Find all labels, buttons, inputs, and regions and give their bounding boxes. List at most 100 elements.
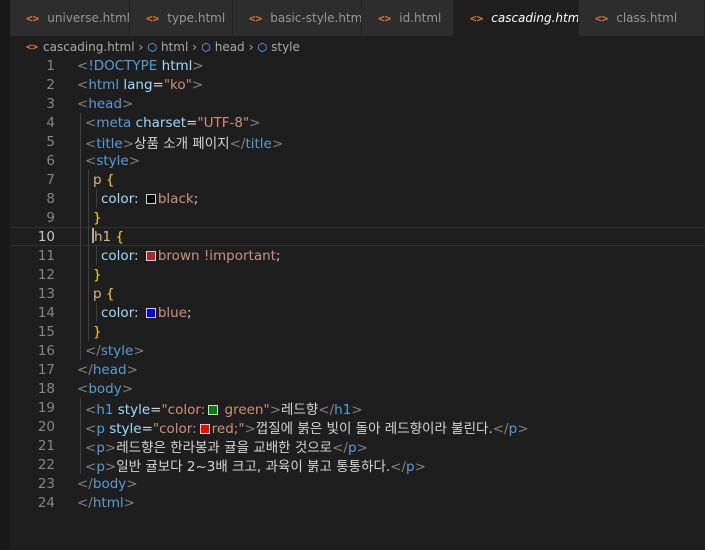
code-text: h1 { xyxy=(92,228,124,245)
code-token: "ko" xyxy=(163,76,192,93)
code-token: "color: xyxy=(161,401,206,418)
code-line[interactable]: 11 color: brown !important; xyxy=(10,246,705,265)
code-token: h1 xyxy=(334,401,352,418)
code-token: p xyxy=(96,439,105,456)
code-line[interactable]: 20 <p style="color: red;">껍질에 붉은 빛이 돌아 레드향… xyxy=(10,417,705,437)
code-token: style xyxy=(100,342,134,359)
code-token: { xyxy=(105,285,115,302)
color-swatch[interactable] xyxy=(145,250,156,261)
code-token: </ xyxy=(77,361,93,378)
breadcrumb-item-html[interactable]: ⬡ html xyxy=(147,40,188,54)
code-token: title xyxy=(245,135,272,152)
code-token: body xyxy=(88,380,122,397)
code-token: > xyxy=(517,420,529,437)
code-line[interactable]: 18 <body> xyxy=(10,379,705,398)
indent-guide xyxy=(88,170,89,341)
code-token: 상품 소개 페이지 xyxy=(134,135,230,152)
code-text: </body> xyxy=(77,476,138,492)
code-token: brown !important xyxy=(157,247,276,264)
color-swatch[interactable] xyxy=(145,193,156,204)
code-line[interactable]: 22 <p>일반 귤보다 2~3배 크고, 과육이 붉고 통통하다.</p> xyxy=(10,455,705,475)
code-line[interactable]: 14 color: blue; xyxy=(10,303,705,322)
code-text: } xyxy=(93,267,102,283)
tab-id-html[interactable]: <> id.html xyxy=(362,0,454,36)
line-number: 6 xyxy=(46,152,55,169)
tab-universe-html[interactable]: <> universe.html xyxy=(10,0,130,36)
code-token: > xyxy=(271,135,284,152)
line-number: 10 xyxy=(37,228,55,245)
code-token: ; xyxy=(275,247,281,264)
code-token: </ xyxy=(85,342,101,359)
code-line[interactable]: 19 <h1 style="color: green">레드향</h1> xyxy=(10,398,705,418)
breadcrumb-file[interactable]: <> cascading.html xyxy=(26,40,135,54)
indent-guide xyxy=(80,398,81,474)
code-line[interactable]: 15} xyxy=(10,322,705,341)
line-number: 21 xyxy=(37,437,55,454)
code-token: </ xyxy=(229,135,246,152)
code-line[interactable]: 2 <html lang="ko"> xyxy=(10,75,705,94)
code-token: 레드향 xyxy=(281,401,319,418)
code-token: < xyxy=(77,57,89,74)
code-line[interactable]: 3 <head> xyxy=(10,94,705,113)
tab-label: cascading.html xyxy=(491,11,579,25)
code-line[interactable]: 24 </html> xyxy=(10,493,705,512)
tab-cascading-html[interactable]: <>cascading.html× xyxy=(454,0,579,36)
code-text: } xyxy=(93,324,102,340)
code-line[interactable]: 17 </head> xyxy=(10,360,705,379)
tab-label: universe.html xyxy=(47,11,130,25)
code-token: < xyxy=(85,114,97,131)
code-text: <body> xyxy=(77,381,133,397)
code-line[interactable]: 10 h1 { xyxy=(10,227,705,246)
code-token: ; xyxy=(193,190,199,207)
code-text: <title>상품 소개 페이지</title> xyxy=(85,132,283,152)
code-line[interactable]: 5 <title>상품 소개 페이지</title> xyxy=(10,132,705,152)
code-line[interactable]: 9} xyxy=(10,208,705,227)
code-line[interactable]: 7 p { xyxy=(10,170,705,189)
code-token: black xyxy=(157,190,194,207)
code-line[interactable]: 6 <style> xyxy=(10,151,705,170)
editor-tab-bar: <> universe.html <> type.html <> basic-style.… xyxy=(10,0,705,36)
code-token: p xyxy=(96,458,105,475)
code-token: </ xyxy=(332,439,348,456)
color-swatch[interactable] xyxy=(145,307,156,318)
code-editor[interactable]: 1 <!DOCTYPE html> 2 <html lang="ko"> 3 <head>… xyxy=(10,56,705,550)
code-token: color xyxy=(101,304,135,321)
line-number: 20 xyxy=(37,418,55,435)
code-token: !DOCTYPE xyxy=(88,57,162,74)
element-cube-icon: ⬡ xyxy=(257,40,268,54)
code-token: < xyxy=(77,380,89,397)
line-number: 2 xyxy=(46,76,55,93)
html-file-icon: <> xyxy=(378,11,392,25)
line-number: 16 xyxy=(37,342,55,359)
code-token: charset xyxy=(135,114,187,131)
indent-guide xyxy=(96,303,97,322)
tab-basic-style-html[interactable]: <> basic-style.html xyxy=(233,0,362,36)
code-token: 껍질에 붉은 빛이 돌아 레드향이라 불린다. xyxy=(255,420,493,437)
code-token: style xyxy=(117,401,151,418)
code-line[interactable]: 4 <meta charset="UTF-8"> xyxy=(10,113,705,132)
color-swatch[interactable] xyxy=(199,423,210,434)
code-token: < xyxy=(85,401,97,418)
code-line[interactable]: 23 </body> xyxy=(10,474,705,493)
code-line[interactable]: 1 <!DOCTYPE html> xyxy=(10,56,705,75)
code-token: > xyxy=(244,420,256,437)
line-number: 13 xyxy=(37,285,55,302)
code-token: = xyxy=(186,114,198,131)
tab-type-html[interactable]: <> type.html xyxy=(130,0,233,36)
breadcrumb-item-head[interactable]: ⬡ head xyxy=(201,40,245,54)
code-line[interactable]: 12} xyxy=(10,265,705,284)
color-swatch[interactable] xyxy=(208,404,219,415)
code-token: p xyxy=(406,458,415,475)
code-line[interactable]: 13 p { xyxy=(10,284,705,303)
code-line[interactable]: 21 <p>레드향은 한라봉과 귤을 교배한 것으로</p> xyxy=(10,436,705,456)
html-file-icon: <> xyxy=(595,11,609,25)
code-line[interactable]: 16 </style> xyxy=(10,341,705,360)
code-token: p xyxy=(93,285,106,302)
code-token: > xyxy=(351,401,363,418)
code-line[interactable]: 8 color: black; xyxy=(10,189,705,208)
breadcrumb-item-style[interactable]: ⬡ style xyxy=(258,40,300,54)
code-text: <meta charset="UTF-8"> xyxy=(85,115,260,131)
tab-class-html[interactable]: <> class.html xyxy=(579,0,705,36)
code-token: color xyxy=(101,247,135,264)
code-token: > xyxy=(126,361,138,378)
